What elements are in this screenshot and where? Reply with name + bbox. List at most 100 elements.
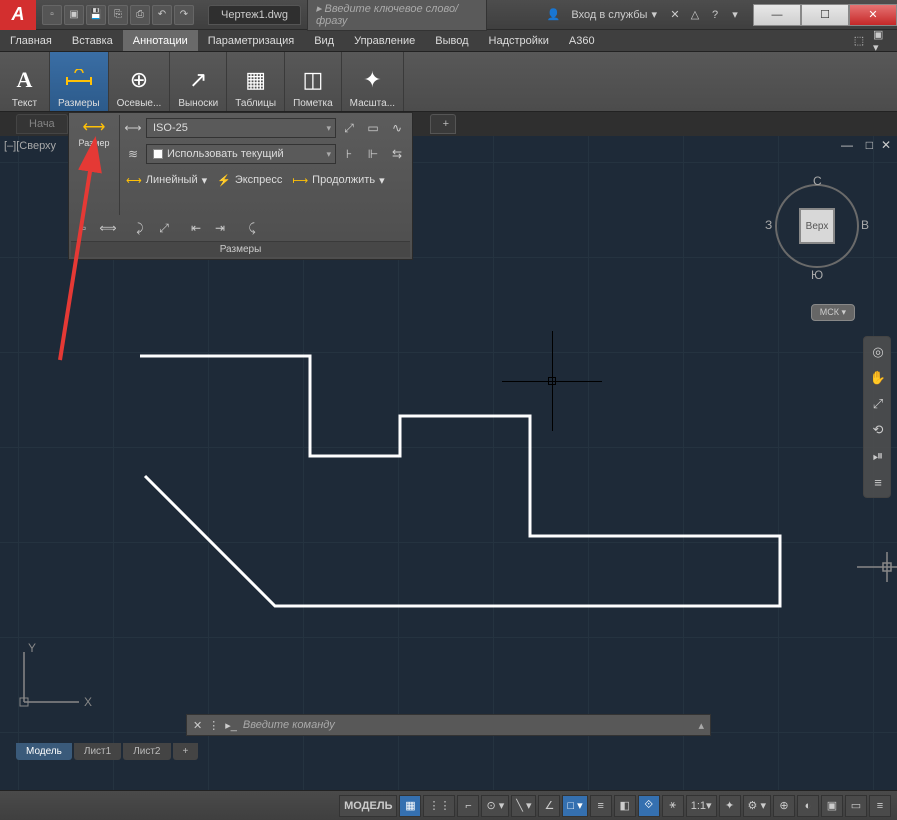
status-ws-icon[interactable]: ⚙ ▾ <box>743 795 771 817</box>
ribbon-group-dimensions[interactable]: Размеры <box>50 52 109 111</box>
status-ann-vis-icon[interactable]: ✦ <box>719 795 741 817</box>
qat-new-icon[interactable]: ▫ <box>42 5 62 25</box>
dim-reassoc-icon[interactable]: ⟺ <box>97 218 119 238</box>
dim-tool-1-icon[interactable]: ▫ <box>73 218 95 238</box>
close-button[interactable]: ✕ <box>849 4 897 26</box>
dim-inspect-icon[interactable]: ⤸ <box>129 218 151 238</box>
qat-open-icon[interactable]: ▣ <box>64 5 84 25</box>
status-ortho-icon[interactable]: ⌐ <box>457 795 479 817</box>
maximize-button[interactable]: ☐ <box>801 4 849 26</box>
cmdline-handle-icon[interactable]: ⋮ <box>208 719 219 732</box>
status-isolate-icon[interactable]: ▣ <box>821 795 843 817</box>
qat-saveas-icon[interactable]: ⎘ <box>108 5 128 25</box>
dim-break-icon[interactable]: ⊦ <box>338 144 360 164</box>
dimension-button[interactable]: ⟷ Размер <box>73 117 115 148</box>
dim-text-align-icon[interactable]: ⇤ <box>185 218 207 238</box>
compass-north[interactable]: С <box>813 174 822 188</box>
status-polar-icon[interactable]: ⊙ ▾ <box>481 795 509 817</box>
ribbon-group-text[interactable]: A Текст <box>0 52 50 111</box>
ribbon-group-tables[interactable]: ▦ Таблицы <box>227 52 285 111</box>
tab-model[interactable]: Модель <box>16 743 72 760</box>
dim-text-angle-icon[interactable]: ⤹ <box>241 218 263 238</box>
tab-addins[interactable]: Надстройки <box>479 30 559 51</box>
featured-apps-icon[interactable]: ⬚ <box>851 33 867 49</box>
new-tab-button[interactable]: + <box>430 114 456 134</box>
qat-print-icon[interactable]: ⎙ <box>130 5 150 25</box>
status-grid-icon[interactable]: ▦ <box>399 795 421 817</box>
document-tab[interactable]: Чертеж1.dwg <box>208 5 301 25</box>
ribbon-group-scaling[interactable]: ✦ Масшта... <box>342 52 404 111</box>
dim-space-icon[interactable]: ⊩ <box>362 144 384 164</box>
signin-icon[interactable]: 👤 <box>545 7 561 23</box>
status-osnap-icon[interactable]: □ ▾ <box>562 795 587 817</box>
panel-title[interactable]: Размеры <box>71 241 410 257</box>
viewport-close-icon[interactable]: ✕ <box>881 138 891 152</box>
viewport-minimize-icon[interactable]: — <box>841 138 853 152</box>
a360-icon[interactable]: △ <box>687 7 703 23</box>
ribbon-group-leaders[interactable]: ↗ Выноски <box>170 52 227 111</box>
status-hw-icon[interactable]: ◐ <box>797 795 819 817</box>
tab-manage[interactable]: Управление <box>344 30 425 51</box>
viewcube[interactable]: Верх С Ю В З <box>767 176 867 276</box>
nav-expand-icon[interactable]: ≡ <box>867 470 889 494</box>
signin-button[interactable]: Вход в службы ▾ <box>565 6 663 23</box>
status-model-button[interactable]: МОДЕЛЬ <box>339 795 397 817</box>
continue-dimension-button[interactable]: ⟼ Продолжить ▾ <box>288 172 388 189</box>
view-controls-label[interactable]: [–][Сверху <box>4 140 56 152</box>
status-snap-icon[interactable]: ⋮⋮ <box>423 795 455 817</box>
ribbon-group-centerlines[interactable]: ⊕ Осевые... <box>109 52 171 111</box>
status-annoscale-icon[interactable]: ⚹ <box>662 795 684 817</box>
status-iso-icon[interactable]: ╲ ▾ <box>511 795 536 817</box>
tab-parametric[interactable]: Параметризация <box>198 30 304 51</box>
tab-a360[interactable]: A360 <box>559 30 605 51</box>
dim-text-center-icon[interactable]: ⇥ <box>209 218 231 238</box>
dim-oblique-icon[interactable]: ⤢ <box>153 218 175 238</box>
express-dimension-button[interactable]: ⚡ Экспресс <box>213 172 286 189</box>
help-icon[interactable]: ? <box>707 7 723 23</box>
command-line[interactable]: ✕ ⋮ ▸_ Введите команду ▴ <box>186 714 711 736</box>
tab-annotate[interactable]: Аннотации <box>123 30 198 51</box>
app-logo[interactable]: A <box>0 0 36 30</box>
dimstyle-icon[interactable]: ⟷ <box>122 118 144 138</box>
tab-layout1[interactable]: Лист1 <box>74 743 121 760</box>
compass-east[interactable]: В <box>861 218 869 232</box>
qat-redo-icon[interactable]: ↷ <box>174 5 194 25</box>
status-transparency-icon[interactable]: ◧ <box>614 795 636 817</box>
dim-update-icon[interactable]: ⤢ <box>338 118 360 138</box>
tab-insert[interactable]: Вставка <box>62 30 123 51</box>
status-monitor-icon[interactable]: ⊕ <box>773 795 795 817</box>
show-motion-icon[interactable]: ⏯ <box>867 444 889 468</box>
layer-icon[interactable]: ≋ <box>122 144 144 164</box>
layer-dropdown[interactable]: Использовать текущий <box>146 144 336 164</box>
ribbon-group-markup[interactable]: ◫ Пометка <box>285 52 342 111</box>
tab-layout2[interactable]: Лист2 <box>123 743 170 760</box>
viewcube-top-face[interactable]: Верх <box>799 208 835 244</box>
status-scale-button[interactable]: 1:1 ▾ <box>686 795 717 817</box>
viewport-maximize-icon[interactable]: □ <box>866 138 873 152</box>
minimize-button[interactable]: — <box>753 4 801 26</box>
tab-output[interactable]: Вывод <box>425 30 478 51</box>
status-cycle-icon[interactable]: ⟐ <box>638 795 660 817</box>
exchange-icon[interactable]: ✕ <box>667 7 683 23</box>
tab-view[interactable]: Вид <box>304 30 344 51</box>
dim-jog-icon[interactable]: ∿ <box>386 118 408 138</box>
help-dropdown-icon[interactable]: ▾ <box>727 7 743 23</box>
status-osnap-track-icon[interactable]: ∠ <box>538 795 560 817</box>
dim-override-icon[interactable]: ▭ <box>362 118 384 138</box>
dimstyle-dropdown[interactable]: ISO-25 <box>146 118 336 138</box>
pan-icon[interactable]: ✋ <box>867 366 889 390</box>
compass-west[interactable]: З <box>765 218 772 232</box>
status-lineweight-icon[interactable]: ≡ <box>590 795 612 817</box>
cmdline-close-icon[interactable]: ✕ <box>193 719 202 732</box>
cmdline-history-icon[interactable]: ▴ <box>698 719 704 732</box>
start-tab[interactable]: Нача <box>16 114 68 134</box>
qat-undo-icon[interactable]: ↶ <box>152 5 172 25</box>
qat-save-icon[interactable]: 💾 <box>86 5 106 25</box>
compass-south[interactable]: Ю <box>811 268 823 282</box>
tab-home[interactable]: Главная <box>0 30 62 51</box>
linear-dimension-button[interactable]: ⟷ Линейный ▾ <box>122 172 211 189</box>
ucs-label[interactable]: МСК ▾ <box>811 304 855 321</box>
search-input[interactable]: ▸ Введите ключевое слово/фразу <box>307 0 487 31</box>
tab-add-layout[interactable]: + <box>173 743 199 760</box>
ribbon-collapse-icon[interactable]: ▣ ▾ <box>873 33 889 49</box>
